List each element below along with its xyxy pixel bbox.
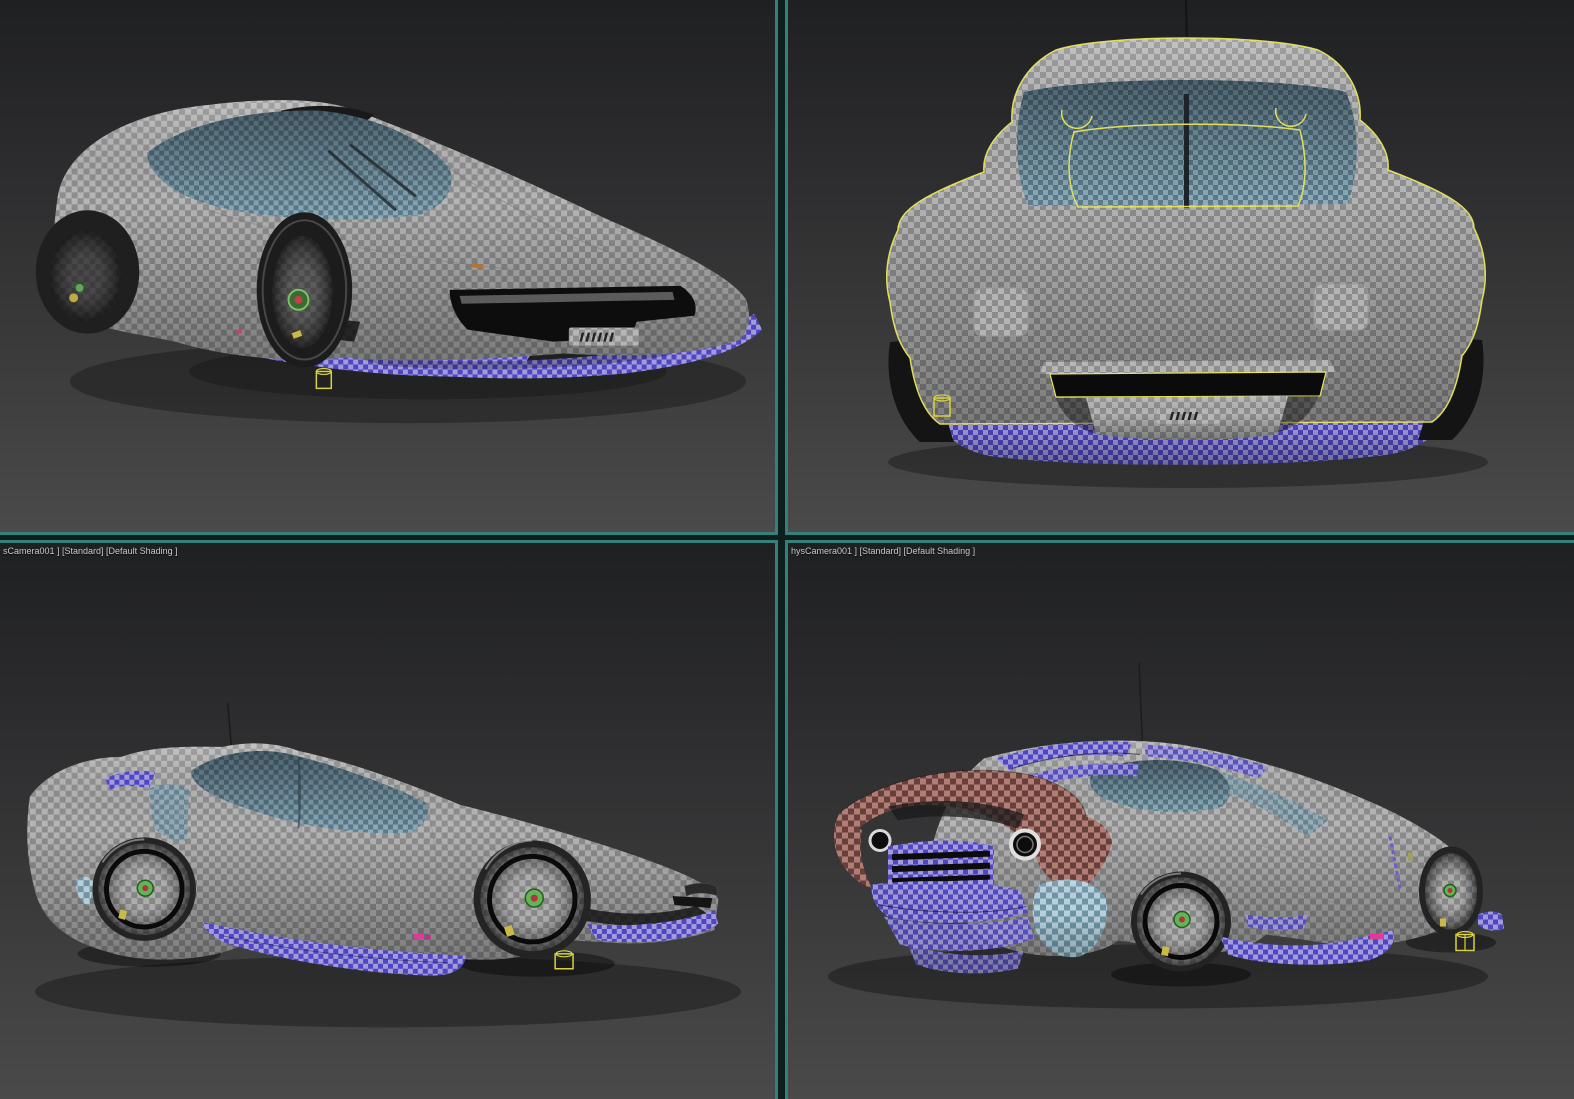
car-render-front [885, 0, 1488, 488]
viewport-label[interactable]: hysCamera001 ] [Standard] [Default Shadi… [791, 546, 975, 557]
3d-app-viewport-grid: sCamera001 ] [Standard] [Default Shading… [0, 0, 1574, 1099]
exhaust-left [868, 829, 892, 852]
car-render-front-quarter [35, 100, 763, 424]
center-wiper [1184, 94, 1189, 208]
viewport-bottom-right[interactable]: hysCamera001 ] [Standard] [Default Shadi… [785, 540, 1574, 1099]
pink-marker [1370, 933, 1384, 940]
front-splitter-purple [1478, 911, 1504, 931]
exhaust-right [1009, 828, 1041, 861]
logo-plate [1155, 407, 1221, 425]
rear-wheel [92, 837, 196, 941]
hood-scoop-left [973, 287, 1029, 337]
viewport-splitter-horizontal[interactable] [0, 532, 1574, 540]
front-wheel [256, 212, 353, 368]
viewport-splitter-vertical[interactable] [778, 0, 785, 1099]
pink-marker [413, 933, 424, 939]
viewport-bottom-left[interactable]: sCamera001 ] [Standard] [Default Shading… [0, 540, 778, 1099]
rear-wheel [1131, 871, 1231, 972]
logo-plate [568, 327, 639, 346]
hood-scoop-right [1313, 283, 1369, 331]
windshield-glass [1016, 80, 1357, 208]
viewport-top-right[interactable] [785, 0, 1574, 535]
car-render-rear-quarter [828, 662, 1504, 1009]
pink-marker [236, 329, 242, 334]
viewport-top-left[interactable] [0, 0, 778, 535]
rear-wheel [35, 210, 140, 334]
olive-marker [1408, 852, 1413, 861]
front-wheel [1419, 846, 1483, 937]
front-wheel [473, 839, 591, 958]
viewport-label[interactable]: sCamera001 ] [Standard] [Default Shading… [3, 546, 178, 557]
car-render-side [27, 703, 742, 1028]
